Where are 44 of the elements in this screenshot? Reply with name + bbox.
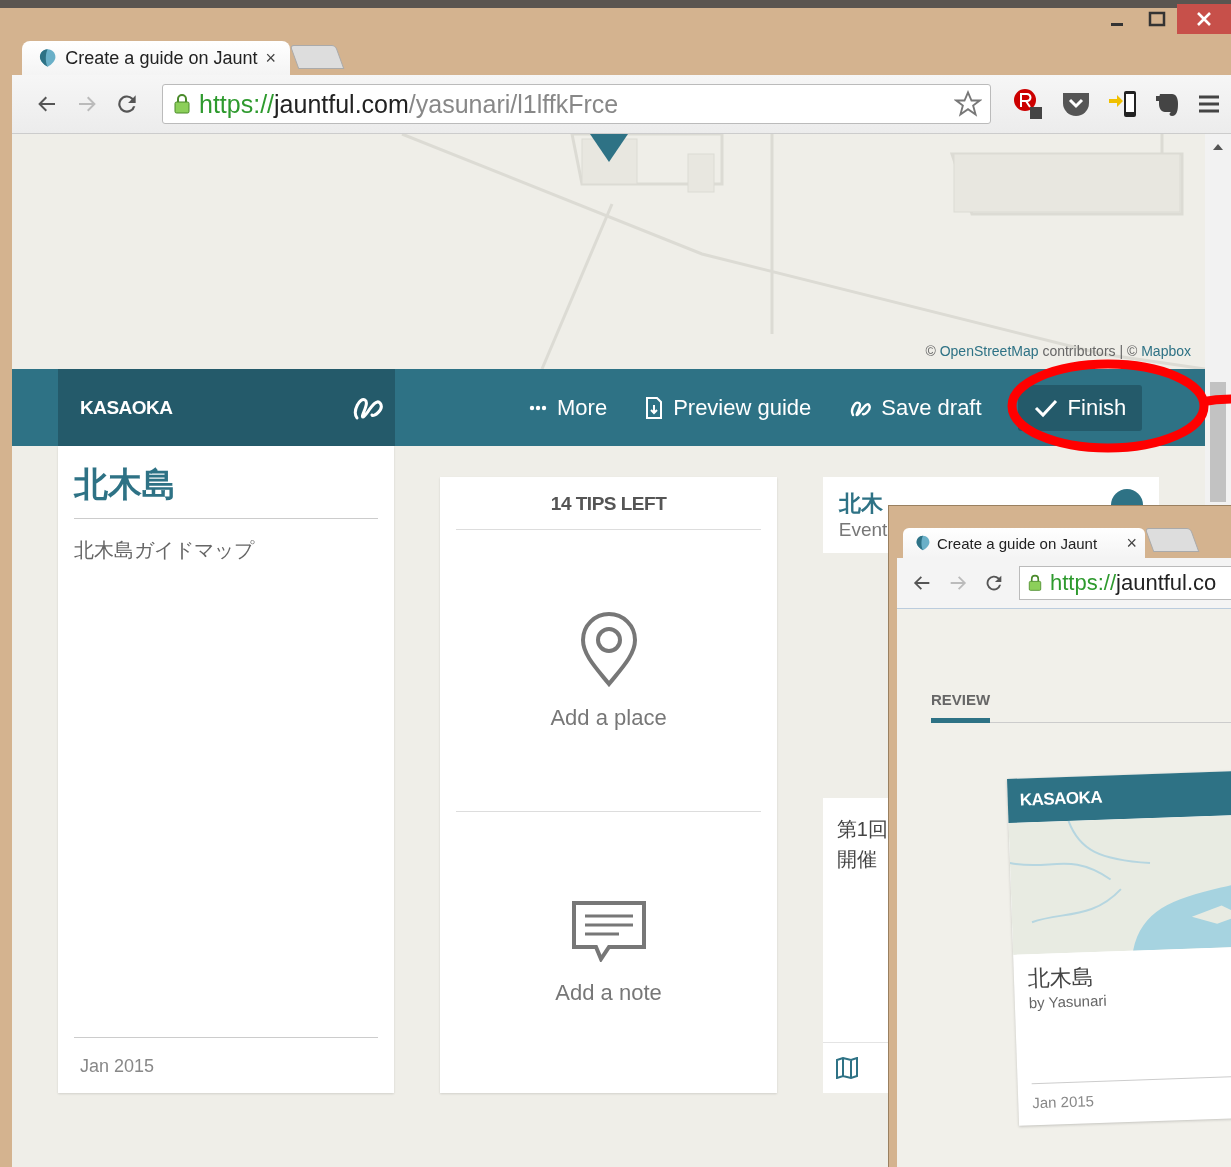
map-pin-icon [578, 610, 639, 687]
document-icon [645, 395, 664, 420]
balloon-icon [38, 47, 58, 69]
guide-date: Jan 2015 [74, 1037, 379, 1077]
close-icon[interactable] [1177, 4, 1231, 34]
address-bar[interactable]: https://jauntful.com/yasunari/l1lffkFrce [162, 84, 991, 124]
tip-text: 第1回 [836, 817, 889, 842]
balloon-icon [915, 534, 931, 552]
speech-bubble-icon [570, 899, 647, 962]
preview-button[interactable]: Preview guide [631, 382, 826, 433]
extension-icon[interactable] [1013, 88, 1045, 120]
star-icon[interactable] [954, 90, 982, 118]
guide-description[interactable]: 北木島ガイドマップ [74, 537, 379, 1037]
tab-close-button[interactable]: × [265, 47, 276, 69]
map-icon[interactable] [834, 1057, 859, 1079]
save-button[interactable]: Save draft [835, 382, 996, 433]
tab-close-button[interactable]: × [1126, 532, 1137, 554]
address-bar[interactable]: https://jauntful.co [1019, 566, 1231, 600]
browser-tab[interactable]: Create a guide on Jaunt × [903, 528, 1145, 558]
more-icon [529, 404, 547, 411]
more-button[interactable]: More [515, 382, 622, 433]
tip-category: Event [838, 519, 888, 541]
mapbox-link[interactable]: Mapbox [1141, 343, 1191, 359]
lock-icon [1026, 573, 1044, 593]
lock-icon [171, 92, 193, 116]
review-tab[interactable]: REVIEW [931, 691, 991, 723]
phone-icon[interactable] [1107, 89, 1139, 119]
tip-title: 北木 [838, 490, 884, 518]
openstreetmap-link[interactable]: OpenStreetMap [939, 343, 1039, 359]
tips-heading: 14 TIPS LEFT [456, 477, 761, 530]
guide-title[interactable]: 北木島 [74, 460, 379, 519]
pocket-icon[interactable] [1061, 91, 1091, 117]
checkmark-icon [1033, 397, 1058, 418]
add-note-button[interactable]: Add a note [456, 811, 761, 1093]
browser-tab[interactable]: Create a guide on Jaunt × [22, 41, 290, 75]
city-name: KASAOKA [80, 396, 173, 419]
tip-text: 開催 [836, 847, 878, 872]
finish-button[interactable]: Finish [1017, 384, 1143, 431]
map-attribution: © OpenStreetMap contributors | © Mapbox [925, 343, 1191, 359]
menu-icon[interactable] [1197, 93, 1221, 115]
scroll-up-icon[interactable] [1212, 142, 1224, 152]
add-place-button[interactable]: Add a place [456, 530, 761, 811]
scrollbar-thumb[interactable] [1210, 382, 1226, 502]
scrollbar[interactable] [1205, 134, 1231, 505]
